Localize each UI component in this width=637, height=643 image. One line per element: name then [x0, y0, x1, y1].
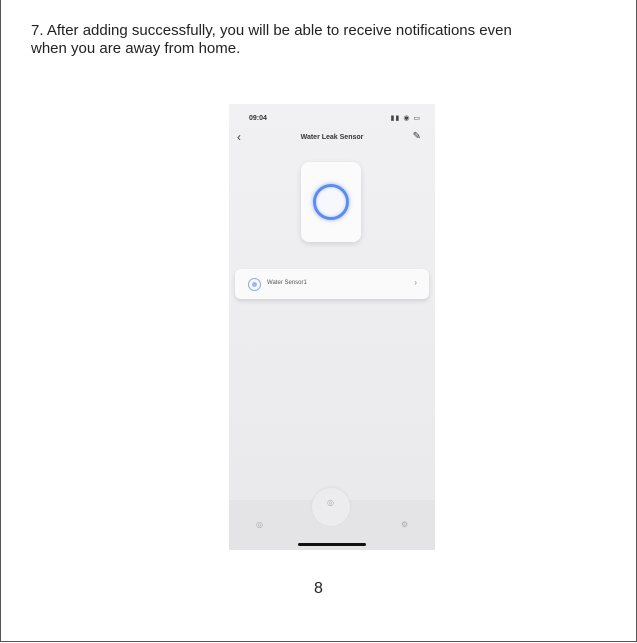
tab-center-bulge — [312, 488, 350, 526]
device-image-card — [301, 162, 361, 242]
scene-tab-icon[interactable]: ◎ — [327, 498, 334, 507]
chevron-right-icon: › — [414, 278, 417, 287]
nav-title: Water Leak Sensor — [300, 134, 364, 141]
instruction-text: 7. After adding successfully, you will b… — [31, 22, 631, 58]
home-indicator — [298, 543, 366, 546]
sensor-icon — [248, 278, 261, 291]
instruction-line-1: 7. After adding successfully, you will b… — [31, 22, 512, 39]
phone-screenshot: 09:04 ▮▮ ◉ ▭ ‹ Water Leak Sensor ✎ Water… — [229, 104, 435, 550]
status-icons: ▮▮ ◉ ▭ — [390, 115, 421, 122]
instruction-line-2: when you are away from home. — [31, 40, 241, 57]
edit-icon[interactable]: ✎ — [413, 131, 421, 142]
page-number: 8 — [314, 580, 323, 597]
sensor-label: Water Sensor1 — [267, 280, 307, 286]
settings-tab-icon[interactable]: ⚙ — [401, 520, 408, 529]
sensor-list-item[interactable]: Water Sensor1 › — [235, 269, 429, 299]
status-time: 09:04 — [249, 115, 267, 122]
water-drop-icon — [313, 184, 349, 220]
home-tab-icon[interactable]: ◎ — [256, 520, 263, 529]
tab-bar: ◎ ◎ ⚙ — [229, 488, 435, 550]
